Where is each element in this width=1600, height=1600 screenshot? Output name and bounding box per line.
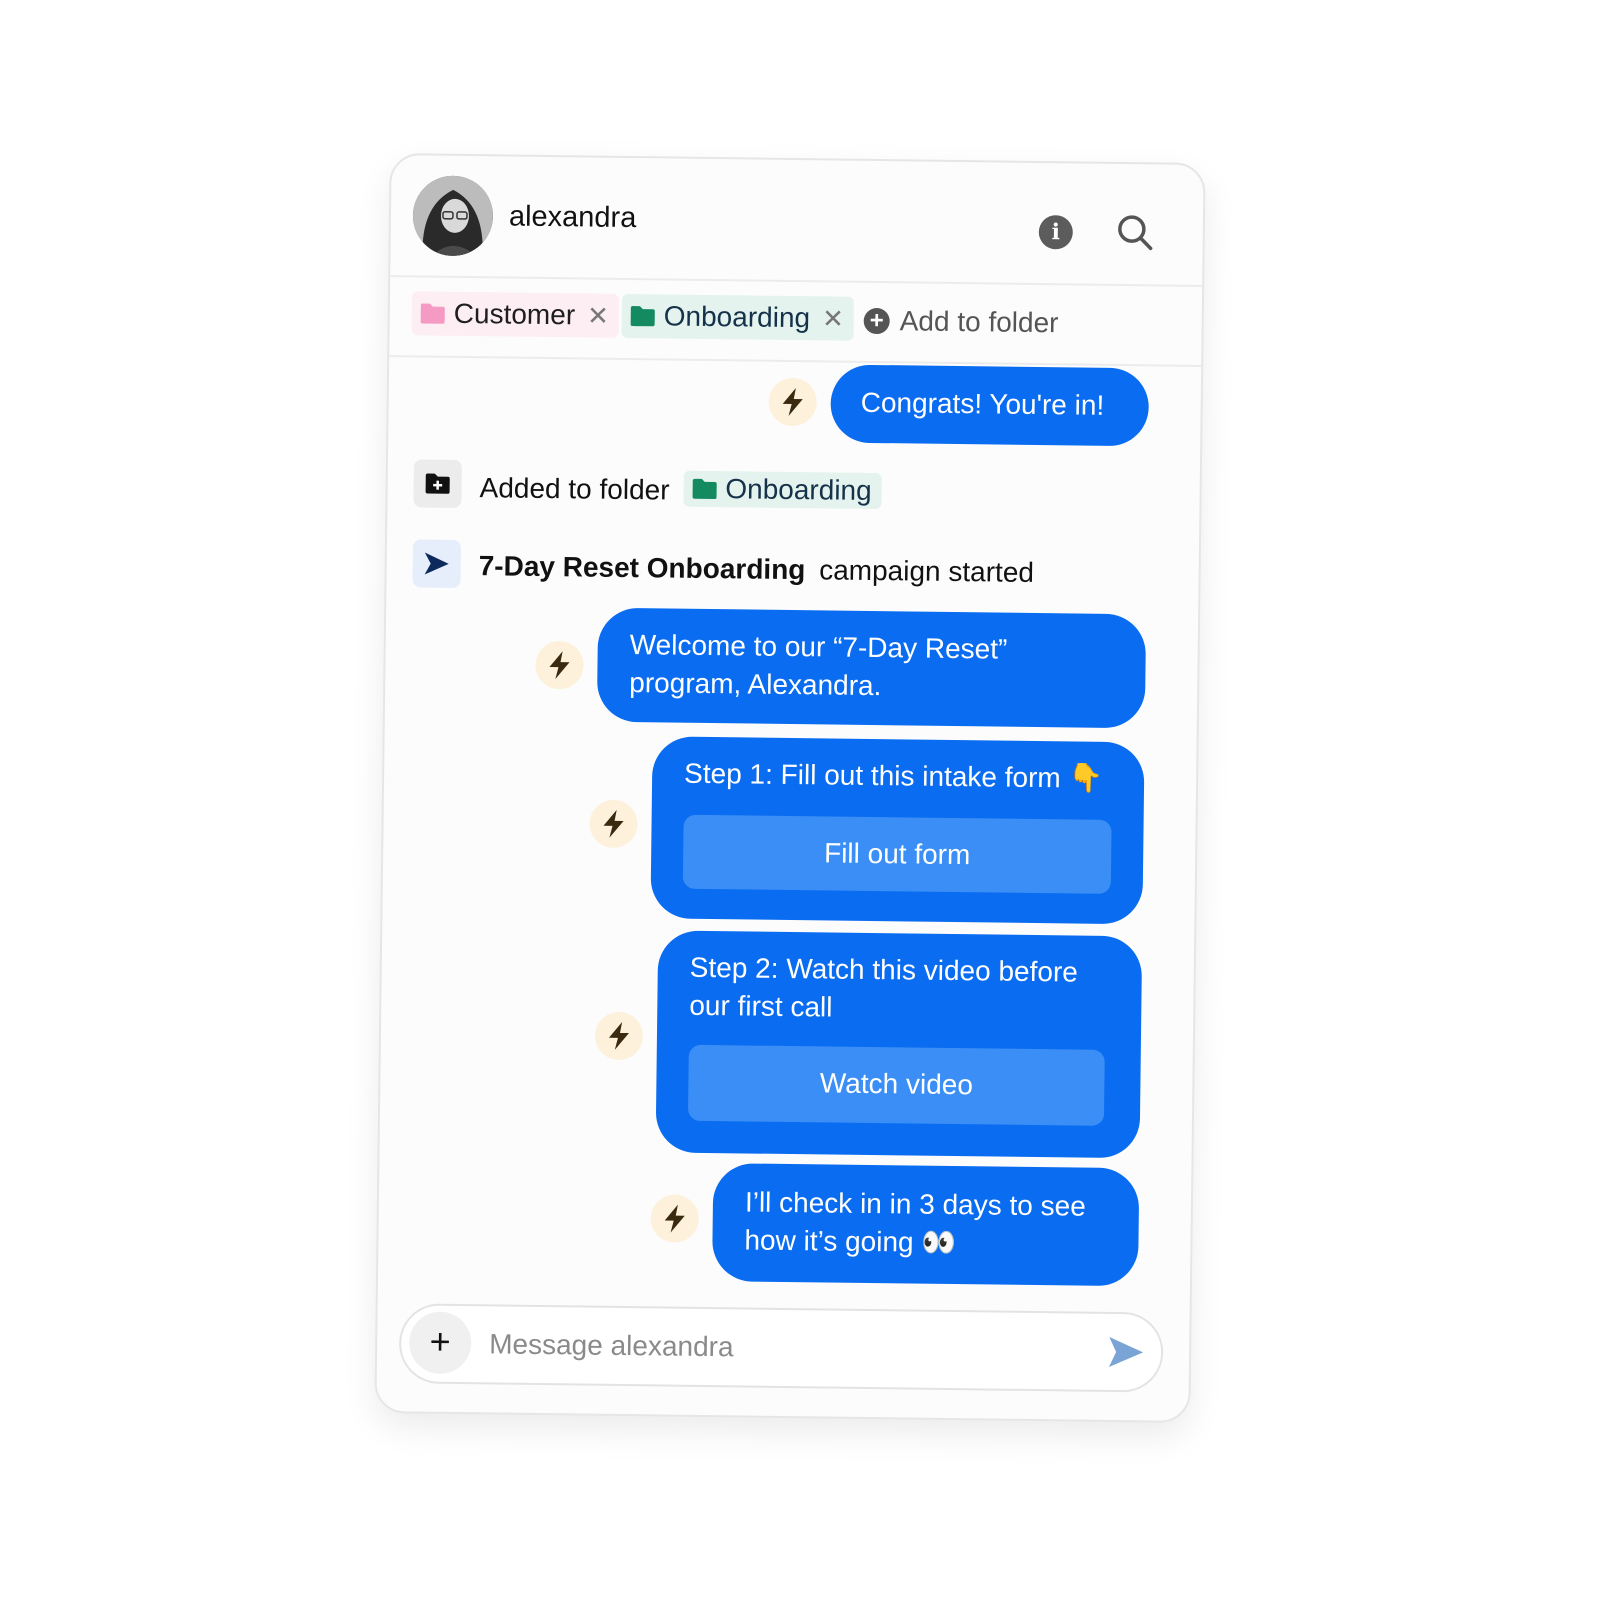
message-text: Welcome to our “7-Day Reset” program, Al…	[629, 629, 1008, 702]
message-text: Step 2: Watch this video before our firs…	[689, 951, 1079, 1023]
message-composer: +	[398, 1303, 1164, 1393]
message-bubble-step1: Step 1: Fill out this intake form 👇 Fill…	[650, 736, 1145, 925]
add-to-folder-label: Add to folder	[899, 305, 1059, 339]
folder-chip-onboarding[interactable]: Onboarding ✕	[621, 293, 855, 341]
search-icon[interactable]	[1115, 212, 1155, 252]
avatar[interactable]	[412, 175, 494, 257]
automation-bolt-icon	[589, 799, 638, 849]
event-text: campaign started	[818, 554, 1035, 588]
contact-name: alexandra	[508, 200, 637, 235]
folder-bar: Customer ✕ Onboarding ✕ + Add to folder	[389, 277, 1203, 367]
event-added-to-folder: Added to folder Onboarding	[479, 468, 882, 510]
automation-bolt-icon	[594, 1011, 644, 1061]
message-bubble-step2: Step 2: Watch this video before our firs…	[655, 930, 1143, 1159]
folder-chip-label: Onboarding	[663, 300, 811, 334]
watch-video-button[interactable]: Watch video	[687, 1044, 1105, 1126]
automation-bolt-icon	[535, 640, 584, 690]
send-icon[interactable]	[1107, 1334, 1145, 1370]
info-icon[interactable]: i	[1038, 214, 1074, 250]
remove-folder-button[interactable]: ✕	[587, 300, 609, 331]
event-text: Added to folder	[479, 472, 670, 506]
campaign-name[interactable]: 7-Day Reset Onboarding	[479, 550, 806, 585]
folder-chip-label: Onboarding	[725, 473, 872, 506]
message-input[interactable]	[486, 1320, 1072, 1376]
avatar-portrait-icon	[412, 175, 494, 257]
event-campaign-started: 7-Day Reset Onboarding campaign started	[478, 550, 1035, 589]
folder-chip-label: Customer	[453, 297, 576, 331]
message-bubble-checkin[interactable]: I’ll check in in 3 days to see how it’s …	[711, 1163, 1140, 1287]
chat-header: alexandra i	[390, 155, 1204, 287]
message-text: Congrats! You're in!	[860, 386, 1105, 421]
folder-chip-onboarding[interactable]: Onboarding	[683, 470, 882, 510]
message-text: Step 1: Fill out this intake form 👇	[683, 757, 1104, 794]
automation-bolt-icon	[650, 1194, 700, 1243]
fill-out-form-button[interactable]: Fill out form	[682, 814, 1112, 894]
automation-bolt-icon	[768, 377, 818, 427]
folder-add-icon	[413, 459, 462, 508]
folder-icon	[420, 303, 445, 324]
campaign-send-icon	[412, 539, 462, 588]
folder-icon	[692, 478, 717, 500]
add-to-folder-button[interactable]: + Add to folder	[863, 305, 1059, 339]
folder-icon	[630, 306, 655, 327]
plus-circle-icon: +	[863, 307, 890, 335]
composer-add-button[interactable]: +	[408, 1311, 472, 1375]
message-bubble-welcome[interactable]: Welcome to our “7-Day Reset” program, Al…	[596, 607, 1147, 729]
folder-chip-customer[interactable]: Customer ✕	[411, 291, 620, 338]
remove-folder-button[interactable]: ✕	[822, 303, 844, 334]
chat-window: alexandra i Customer ✕ Onboarding ✕ + Ad	[374, 153, 1206, 1423]
message-text: I’ll check in in 3 days to see how it’s …	[744, 1186, 1086, 1259]
message-bubble-congrats[interactable]: Congrats! You're in!	[830, 364, 1150, 447]
